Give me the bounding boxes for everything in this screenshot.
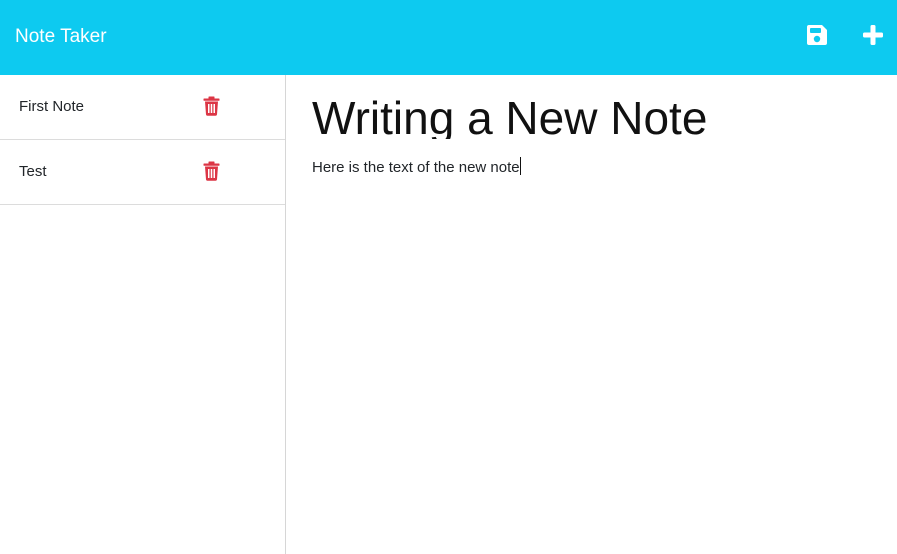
save-icon[interactable] — [804, 22, 830, 48]
note-title-input[interactable]: Writing a New Note — [312, 89, 872, 139]
note-list-item[interactable]: Test — [0, 140, 285, 205]
note-item-title: Test — [19, 163, 47, 180]
text-caret — [519, 157, 521, 175]
notes-sidebar: First Note Test — [0, 75, 286, 554]
note-text-area[interactable]: Here is the text of the new note — [312, 157, 521, 177]
note-item-title: First Note — [19, 98, 85, 115]
note-editor: Writing a New Note Here is the text of t… — [287, 75, 897, 554]
app-brand[interactable]: Note Taker — [15, 25, 107, 49]
trash-icon[interactable] — [203, 161, 220, 181]
plus-icon[interactable] — [860, 22, 886, 48]
note-text-content: Here is the text of the new note — [312, 159, 520, 176]
navbar: Note Taker — [0, 0, 897, 75]
trash-icon[interactable] — [203, 96, 220, 116]
note-list-item[interactable]: First Note — [0, 75, 285, 140]
